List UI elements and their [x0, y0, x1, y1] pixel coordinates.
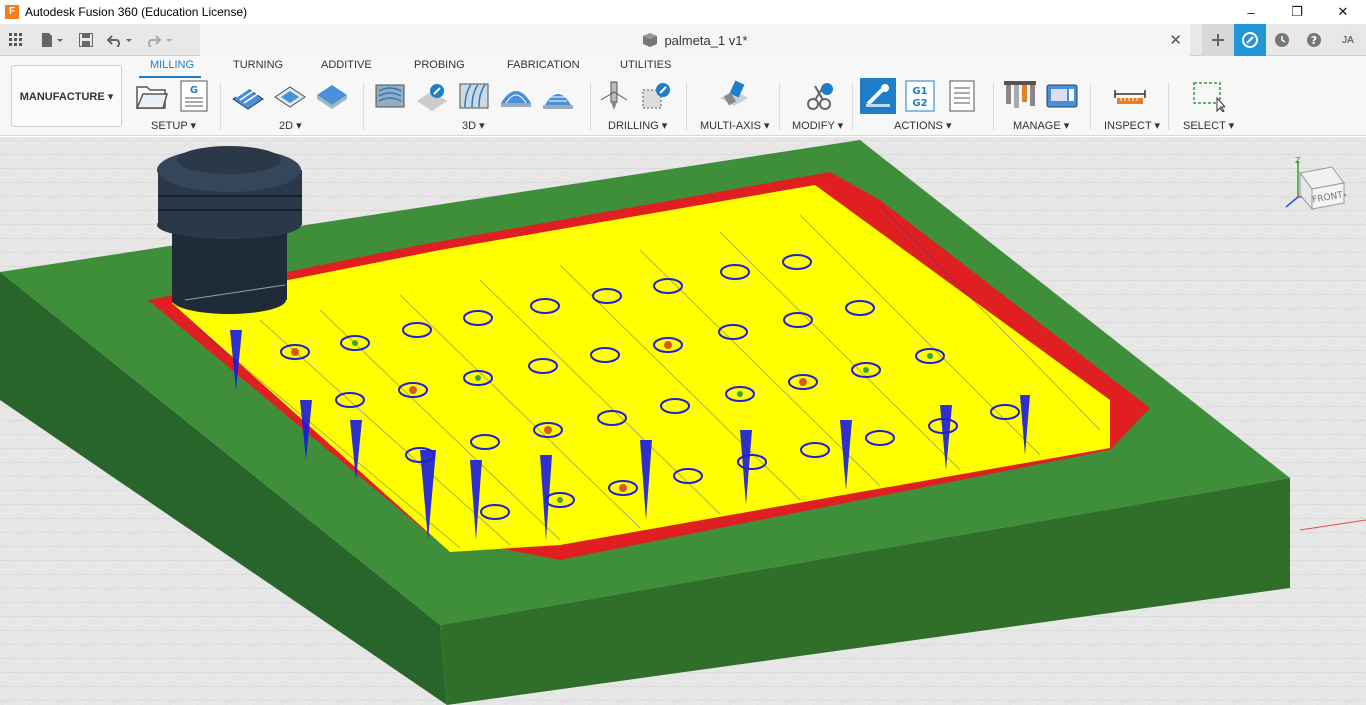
separator [1168, 82, 1169, 130]
undo-icon[interactable] [100, 24, 140, 56]
window-title: Autodesk Fusion 360 (Education License) [25, 5, 248, 19]
measure-icon[interactable] [1112, 78, 1148, 114]
separator [852, 82, 853, 130]
redo-icon[interactable] [140, 24, 180, 56]
inspect-group: INSPECT ▾ [1100, 78, 1160, 134]
tab-turning[interactable]: TURNING [233, 59, 283, 71]
parallel-icon[interactable] [456, 78, 492, 114]
fusion-logo-icon: F [5, 5, 19, 19]
machine-library-icon[interactable] [1044, 78, 1080, 114]
3d-group: 3D ▾ [372, 78, 587, 134]
window-controls: – ❐ ✕ [1228, 0, 1366, 24]
document-tab[interactable]: palmeta_1 v1* ✕ [200, 24, 1190, 56]
document-bar: palmeta_1 v1* ✕ ? JA [0, 24, 1366, 56]
3d-viewport[interactable]: FRONT Z [0, 137, 1366, 705]
svg-text:G: G [190, 85, 198, 96]
separator [993, 82, 994, 130]
close-window-button[interactable]: ✕ [1320, 0, 1366, 24]
manage-group: MANAGE ▾ [1002, 78, 1087, 134]
contour-icon[interactable] [498, 78, 534, 114]
tab-utilities[interactable]: UTILITIES [620, 59, 671, 71]
tab-fabrication[interactable]: FABRICATION [507, 59, 580, 71]
multi-axis-swarf-icon[interactable] [716, 78, 752, 114]
svg-text:G2: G2 [912, 98, 927, 109]
drilling-group: DRILLING ▾ [596, 78, 676, 134]
multi-axis-label[interactable]: MULTI-AXIS ▾ [700, 119, 770, 132]
ribbon-tabs: MILLING TURNING ADDITIVE PROBING FABRICA… [0, 59, 1366, 77]
close-tab-icon[interactable]: ✕ [1169, 31, 1182, 49]
drilling-label[interactable]: DRILLING ▾ [608, 119, 667, 132]
tab-additive[interactable]: ADDITIVE [321, 59, 372, 71]
separator [779, 82, 780, 130]
save-icon[interactable] [72, 24, 100, 56]
modify-scissors-icon[interactable] [802, 78, 838, 114]
svg-text:Z: Z [1295, 156, 1301, 165]
separator [363, 82, 364, 130]
extensions-icon[interactable] [1234, 24, 1266, 56]
user-avatar[interactable]: JA [1336, 28, 1360, 52]
window-select-icon[interactable] [1190, 78, 1226, 114]
2d-label[interactable]: 2D ▾ [279, 119, 302, 132]
new-tab-plus-icon[interactable] [1202, 24, 1234, 56]
2d-pocket-icon[interactable] [272, 78, 308, 114]
restore-button[interactable]: ❐ [1274, 0, 1320, 24]
file-menu-icon[interactable] [32, 24, 72, 56]
document-name: palmeta_1 v1* [664, 32, 748, 48]
scallop-icon[interactable] [540, 78, 576, 114]
separator [590, 82, 591, 130]
component-cube-icon [643, 33, 658, 47]
post-process-icon[interactable]: G1 G2 [902, 78, 938, 114]
view-cube[interactable]: FRONT Z [1282, 155, 1352, 228]
hole-recognition-icon[interactable] [638, 78, 674, 114]
minimize-button[interactable]: – [1228, 0, 1274, 24]
2d-group: 2D ▾ [230, 78, 355, 134]
setup-group: G SETUP ▾ [134, 78, 214, 134]
modify-label[interactable]: MODIFY ▾ [792, 119, 843, 132]
svg-text:?: ? [1311, 34, 1317, 47]
3d-adaptive-icon[interactable] [372, 78, 408, 114]
setup-sheet-icon[interactable] [944, 78, 980, 114]
modify-group: MODIFY ▾ [790, 78, 850, 134]
actions-label[interactable]: ACTIONS ▾ [894, 119, 951, 132]
3d-label[interactable]: 3D ▾ [462, 119, 485, 132]
face-icon[interactable] [314, 78, 350, 114]
separator [220, 82, 221, 130]
model-canvas[interactable] [0, 137, 1366, 705]
tab-milling[interactable]: MILLING [150, 59, 194, 71]
title-bar: F Autodesk Fusion 360 (Education License… [0, 0, 1366, 24]
nc-program-icon[interactable]: G [176, 78, 212, 114]
ribbon-toolbar: MANUFACTURE ▾ MILLING TURNING ADDITIVE P… [0, 56, 1366, 136]
3d-pocket-icon[interactable] [414, 78, 450, 114]
tool-library-icon[interactable] [1002, 78, 1038, 114]
data-panel-grid-icon[interactable] [0, 24, 32, 56]
separator [686, 82, 687, 130]
select-group: SELECT ▾ [1178, 78, 1238, 134]
tab-probing[interactable]: PROBING [414, 59, 465, 71]
simulate-icon[interactable] [860, 78, 896, 114]
multi-axis-group: MULTI-AXIS ▾ [696, 78, 771, 134]
header-right-icons: ? JA [1202, 24, 1366, 56]
manage-label[interactable]: MANAGE ▾ [1013, 119, 1069, 132]
setup-folder-icon[interactable] [134, 78, 170, 114]
cutting-tool [157, 146, 302, 314]
svg-text:G1: G1 [912, 86, 927, 97]
separator [1090, 82, 1091, 130]
help-icon[interactable]: ? [1298, 24, 1330, 56]
inspect-label[interactable]: INSPECT ▾ [1104, 119, 1160, 132]
select-label[interactable]: SELECT ▾ [1183, 119, 1234, 132]
setup-label[interactable]: SETUP ▾ [151, 119, 196, 132]
drill-icon[interactable] [596, 78, 632, 114]
job-status-clock-icon[interactable] [1266, 24, 1298, 56]
actions-group: G1 G2 ACTIONS ▾ [860, 78, 990, 134]
2d-adaptive-icon[interactable] [230, 78, 266, 114]
